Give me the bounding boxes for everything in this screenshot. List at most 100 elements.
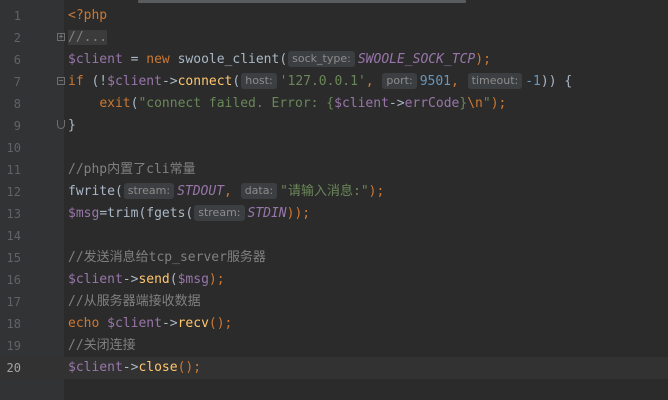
code-line[interactable]: 14 <box>0 225 668 247</box>
property: errCode <box>404 96 460 111</box>
operator: = <box>122 52 147 67</box>
fold-collapse-icon[interactable]: − <box>57 77 65 85</box>
code-editor[interactable]: 1 <?php 2 + //... 6 $client = new swoole… <box>0 0 668 400</box>
code-text: $client->send($msg); <box>68 269 225 291</box>
keyword: echo <box>68 316 100 331</box>
parameter-hint: timeout: <box>467 73 523 89</box>
code-line[interactable]: 9 } <box>0 115 668 137</box>
fold-expand-icon[interactable]: + <box>57 33 65 41</box>
code-text: $msg=trim(fgets(stream: STDIN)); <box>68 203 310 225</box>
code-text: echo $client->recv(); <box>68 313 232 335</box>
line-number: 9 <box>13 119 21 133</box>
arrow: -> <box>122 272 139 287</box>
variable: $client <box>68 272 123 287</box>
code-line-current[interactable]: 20 $client->close(); <box>0 357 668 379</box>
number: -1 <box>525 74 541 89</box>
punctuation: , <box>224 184 240 199</box>
code-line[interactable]: 17 //从服务器端接收数据 <box>0 291 668 313</box>
comment: //php内置了cli常量 <box>68 162 196 177</box>
line-number: 7 <box>13 75 21 89</box>
code-text: <?php <box>68 5 107 27</box>
arrow: -> <box>122 360 139 375</box>
code-line[interactable]: 19 //关闭连接 <box>0 335 668 357</box>
line-number: 16 <box>6 273 21 287</box>
code-line[interactable]: 15 //发送消息给tcp_server服务器 <box>0 247 668 269</box>
horizontal-scrollbar[interactable] <box>138 0 466 3</box>
variable: $client <box>107 74 162 89</box>
escape-sequence: \n <box>467 96 483 111</box>
fold-end-icon[interactable] <box>57 120 65 129</box>
code-text: fwrite(stream: STDOUT, data: "请输入消息:"); <box>68 181 384 203</box>
line-number: 12 <box>6 185 21 199</box>
code-line[interactable]: 16 $client->send($msg); <box>0 269 668 291</box>
code-line[interactable]: 12 fwrite(stream: STDOUT, data: "请输入消息:"); <box>0 181 668 203</box>
code-text: //... <box>68 27 108 49</box>
line-number: 17 <box>6 295 21 309</box>
code-line[interactable]: 11 //php内置了cli常量 <box>0 159 668 181</box>
variable: $client <box>68 52 123 67</box>
comment: //发送消息给tcp_server服务器 <box>68 250 266 265</box>
line-number: 19 <box>6 339 21 353</box>
line-number: 6 <box>13 53 21 67</box>
code-line[interactable]: 7 − if (!$client->connect(host: '127.0.0.… <box>0 71 668 93</box>
punctuation: ); <box>490 96 507 111</box>
parameter-hint: stream: <box>123 183 175 199</box>
line-number: 10 <box>6 141 21 155</box>
constant: SWOOLE_SOCK_TCP <box>357 52 476 67</box>
punctuation: (); <box>177 360 202 375</box>
keyword: exit <box>99 96 131 111</box>
constant: STDIN <box>247 206 287 221</box>
code-line[interactable]: 10 <box>0 137 668 159</box>
method: close <box>138 360 178 375</box>
code-text: //从服务器端接收数据 <box>68 291 201 313</box>
code-text: if (!$client->connect(host: '127.0.0.1', … <box>68 71 572 93</box>
variable: $client <box>68 360 123 375</box>
punctuation: ); <box>208 272 225 287</box>
punctuation: )); <box>286 206 311 221</box>
method: send <box>138 272 170 287</box>
arrow: -> <box>388 96 405 111</box>
code-text: //发送消息给tcp_server服务器 <box>68 247 266 269</box>
string: '127.0.0.1' <box>279 74 366 89</box>
variable: $msg <box>177 272 209 287</box>
punctuation: )) { <box>540 74 573 89</box>
code-line[interactable]: 2 + //... <box>0 27 668 49</box>
string: "connect failed. Error: { <box>138 96 335 111</box>
folded-region[interactable]: //... <box>68 30 108 45</box>
string: " <box>482 96 491 111</box>
parameter-hint: stream: <box>194 205 245 221</box>
parameter-hint: port: <box>382 73 417 89</box>
code-line[interactable]: 13 $msg=trim(fgets(stream: STDIN)); <box>0 203 668 225</box>
parameter-hint: sock_type: <box>288 51 355 67</box>
punctuation: (); <box>208 316 233 331</box>
code-line[interactable]: 8 exit("connect failed. Error: {$client-… <box>0 93 668 115</box>
method: connect <box>177 74 233 89</box>
parameter-hint: host: <box>241 73 277 89</box>
code-line[interactable]: 1 <?php <box>0 5 668 27</box>
constant: STDOUT <box>177 184 225 199</box>
parameter-hint: data: <box>240 183 278 199</box>
punctuation: ); <box>475 52 491 67</box>
line-number: 18 <box>6 317 21 331</box>
number: 9501 <box>419 74 451 89</box>
punctuation: ( <box>169 272 178 287</box>
variable: $client <box>107 316 162 331</box>
code-line[interactable]: 18 echo $client->recv(); <box>0 313 668 335</box>
line-number: 15 <box>6 251 21 265</box>
comment: //关闭连接 <box>68 338 136 353</box>
punctuation: (! <box>83 74 108 89</box>
line-number: 1 <box>13 9 21 23</box>
keyword: if <box>68 74 84 89</box>
variable: $msg <box>68 206 100 221</box>
punctuation: , <box>365 74 382 89</box>
variable: $client <box>334 96 389 111</box>
string: "请输入消息:" <box>280 184 369 199</box>
punctuation: ); <box>368 184 385 199</box>
keyword: new <box>146 52 170 67</box>
code-line[interactable]: 6 $client = new swoole_client(sock_type:… <box>0 49 668 71</box>
line-number: 20 <box>6 361 21 375</box>
code-text: } <box>68 115 76 137</box>
code-text: exit("connect failed. Error: {$client->e… <box>68 93 506 115</box>
code-text: $client = new swoole_client(sock_type: SW… <box>68 49 491 71</box>
